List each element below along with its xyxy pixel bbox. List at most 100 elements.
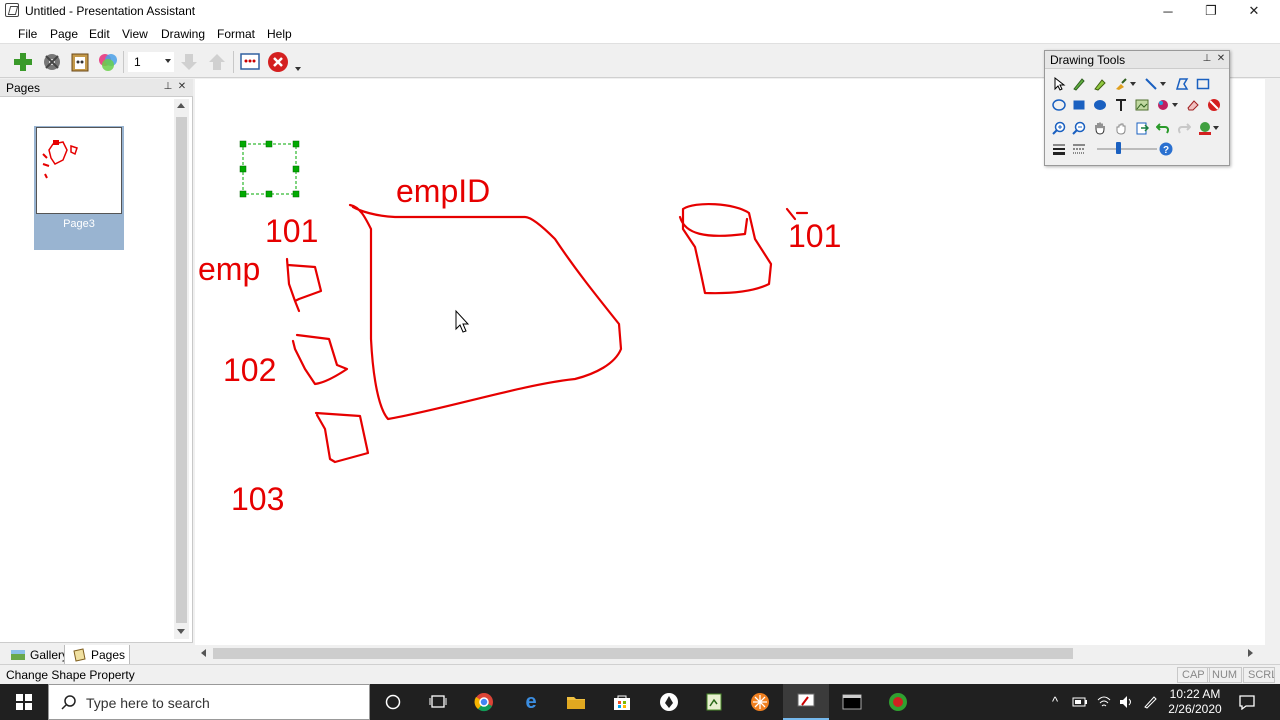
page-thumbnail[interactable]: Page3 <box>34 126 124 250</box>
chevron-down-icon[interactable] <box>295 67 301 71</box>
taskbar-store[interactable] <box>599 684 645 720</box>
line-options-dropdown[interactable] <box>1159 75 1167 92</box>
pan-tool[interactable] <box>1091 119 1108 136</box>
pen-tool[interactable] <box>1070 75 1087 92</box>
menu-help[interactable]: Help <box>267 27 292 41</box>
taskbar-edge[interactable]: e <box>508 684 554 720</box>
help-button[interactable]: ? <box>1157 140 1174 157</box>
menu-file[interactable]: File <box>18 27 37 41</box>
pages-scrollbar[interactable] <box>174 99 189 639</box>
gallery-icon <box>11 650 25 660</box>
task-view-button[interactable] <box>415 684 461 720</box>
clipboard-button[interactable] <box>69 51 91 73</box>
line-style-icon <box>1072 144 1085 153</box>
page-number-select[interactable]: 1 <box>128 52 174 72</box>
windows-icon <box>16 694 32 710</box>
select-tool[interactable] <box>1050 75 1067 92</box>
highlighter-tool[interactable] <box>1091 75 1108 92</box>
stamp-options-dropdown[interactable] <box>1171 96 1179 113</box>
polygon-tool[interactable] <box>1173 75 1190 92</box>
taskbar-file-explorer[interactable] <box>553 684 599 720</box>
filled-rectangle-tool[interactable] <box>1070 96 1087 113</box>
svg-text:e: e <box>525 692 536 712</box>
tab-pages[interactable]: Pages <box>64 645 131 665</box>
canvas-horizontal-scrollbar[interactable] <box>195 645 1265 662</box>
clear-all-tool[interactable] <box>1205 96 1222 113</box>
pin-icon[interactable]: ⊥ <box>162 81 174 93</box>
zoom-out-tool[interactable] <box>1070 119 1087 136</box>
start-button[interactable] <box>0 684 48 720</box>
minimize-button[interactable]: ─ <box>1145 0 1191 22</box>
taskbar-app-pen[interactable] <box>646 684 692 720</box>
colors-button[interactable] <box>97 51 119 73</box>
page-thumbnail-image <box>36 127 122 214</box>
volume-icon[interactable] <box>1118 694 1134 710</box>
add-page-button[interactable] <box>12 51 34 73</box>
close-icon[interactable]: ✕ <box>176 81 188 93</box>
wifi-icon[interactable] <box>1096 694 1112 710</box>
taskbar-app-hs[interactable] <box>875 684 921 720</box>
taskbar-terminal[interactable] <box>829 684 875 720</box>
brush-options-dropdown[interactable] <box>1129 75 1137 92</box>
text-tool[interactable] <box>1112 96 1129 113</box>
export-tool[interactable] <box>1133 119 1150 136</box>
menu-edit[interactable]: Edit <box>89 27 110 41</box>
color-tool[interactable] <box>1196 119 1213 136</box>
menu-view[interactable]: View <box>122 27 148 41</box>
scroll-down-icon[interactable] <box>177 629 185 634</box>
ink-shape-emp-1 <box>285 257 323 313</box>
scroll-thumb[interactable] <box>176 117 187 623</box>
line-style-tool[interactable] <box>1070 140 1087 157</box>
image-tool[interactable] <box>1133 96 1150 113</box>
close-icon[interactable]: ✕ <box>1215 53 1227 65</box>
taskbar-clock[interactable]: 10:22 AM 2/26/2020 <box>1160 687 1230 717</box>
scroll-up-icon[interactable] <box>177 103 185 108</box>
brush-tool[interactable] <box>1112 75 1129 92</box>
scroll-left-icon[interactable] <box>201 649 206 657</box>
taskbar-presentation-assistant[interactable] <box>783 684 829 720</box>
move-down-button[interactable] <box>178 51 200 73</box>
battery-icon[interactable] <box>1072 695 1088 709</box>
selection-box[interactable] <box>239 140 300 198</box>
zoom-in-tool[interactable] <box>1050 119 1067 136</box>
fullscreen-button[interactable] <box>239 51 261 73</box>
color-options-dropdown[interactable] <box>1212 119 1220 136</box>
undo-tool[interactable] <box>1154 119 1171 136</box>
filled-ellipse-tool[interactable] <box>1091 96 1108 113</box>
chevron-down-icon <box>1213 125 1219 130</box>
taskbar-app-snow[interactable] <box>737 684 783 720</box>
scroll-right-icon[interactable] <box>1248 649 1253 657</box>
pen-icon <box>1072 77 1085 91</box>
maximize-button[interactable]: ❐ <box>1188 0 1234 22</box>
taskbar-chrome[interactable] <box>461 684 507 720</box>
pen-workspace-icon[interactable] <box>1142 694 1158 710</box>
grab-tool[interactable] <box>1112 119 1129 136</box>
opacity-slider-handle[interactable] <box>1116 142 1121 154</box>
taskbar-app-sheet[interactable] <box>691 684 737 720</box>
tab-gallery[interactable]: Gallery <box>4 645 72 665</box>
ellipse-tool[interactable] <box>1050 96 1067 113</box>
canvas-vertical-scrollbar[interactable] <box>1265 79 1280 645</box>
snowflake-icon <box>751 693 769 711</box>
cortana-button[interactable] <box>370 684 416 720</box>
eraser-tool[interactable] <box>1184 96 1201 113</box>
close-button[interactable]: ✕ <box>1231 0 1277 22</box>
exit-button[interactable] <box>267 51 289 73</box>
taskbar-search[interactable]: Type here to search <box>48 684 370 720</box>
stamp-tool[interactable] <box>1154 96 1171 113</box>
pointer-icon <box>1054 76 1065 91</box>
show-hidden-icons-icon[interactable]: ^ <box>1052 694 1058 709</box>
move-up-button[interactable] <box>206 51 228 73</box>
delete-page-button[interactable] <box>41 51 63 73</box>
rectangle-tool[interactable] <box>1194 75 1211 92</box>
pin-icon[interactable]: ⊥ <box>1201 53 1213 65</box>
menu-format[interactable]: Format <box>217 27 255 41</box>
line-tool[interactable] <box>1142 75 1159 92</box>
line-width-tool[interactable] <box>1050 140 1067 157</box>
notification-icon[interactable] <box>1238 694 1256 710</box>
menu-drawing[interactable]: Drawing <box>161 27 205 41</box>
opacity-slider-track[interactable] <box>1097 148 1157 150</box>
hscroll-thumb[interactable] <box>213 648 1073 659</box>
menu-page[interactable]: Page <box>50 27 78 41</box>
redo-tool[interactable] <box>1175 119 1192 136</box>
